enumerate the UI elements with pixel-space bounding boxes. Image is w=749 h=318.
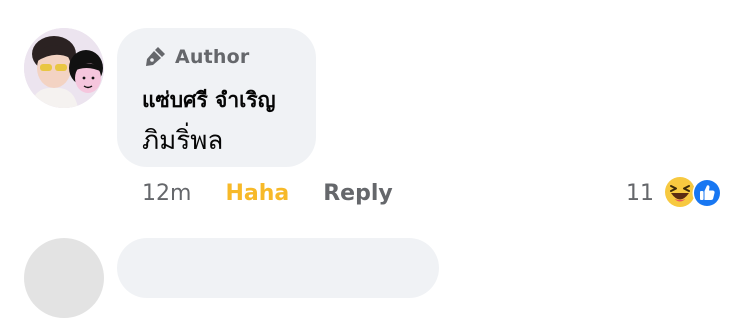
next-comment-bubble	[117, 238, 439, 298]
like-thumb-icon	[692, 178, 722, 208]
pen-nib-icon	[143, 45, 167, 69]
comment-timestamp[interactable]: 12m	[142, 181, 191, 206]
next-commenter-avatar[interactable]	[24, 238, 104, 318]
reaction-summary[interactable]: 11	[626, 174, 724, 212]
commenter-name[interactable]: แซ่บศรี จำเริญ	[142, 84, 276, 117]
avatar-image	[24, 28, 104, 108]
author-badge-label: Author	[175, 46, 250, 68]
reaction-count: 11	[626, 180, 654, 206]
commenter-avatar[interactable]	[24, 28, 104, 108]
comment-actions: 12m Haha Reply	[142, 178, 393, 208]
comment-text: ภิมริ่พล	[142, 126, 224, 156]
reply-button[interactable]: Reply	[323, 181, 393, 206]
comment-bubble: Author แซ่บศรี จำเริญ ภิมริ่พล	[117, 28, 316, 167]
author-badge: Author	[143, 44, 249, 70]
comment-item: Author แซ่บศรี จำเริญ ภิมริ่พล 12m Haha …	[0, 0, 749, 318]
reaction-button[interactable]: Haha	[225, 181, 289, 206]
